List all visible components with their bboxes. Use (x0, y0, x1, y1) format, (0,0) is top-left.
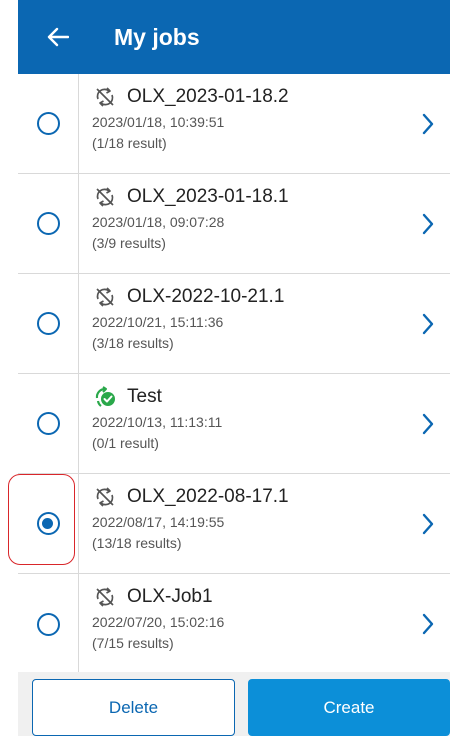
sync-disabled-icon (94, 86, 116, 108)
job-row[interactable]: OLX_2023-01-18.2 2023/01/18, 10:39:51 (1… (18, 74, 450, 174)
job-name: OLX_2022-08-17.1 (127, 486, 289, 507)
sync-disabled-icon (94, 186, 116, 208)
job-date: 2022/08/17, 14:19:55 (92, 514, 225, 530)
job-radio[interactable] (36, 612, 60, 636)
job-radio[interactable] (36, 112, 60, 135)
job-radio[interactable] (36, 412, 60, 435)
job-radio-selected[interactable] (36, 512, 60, 535)
job-content: Test 2022/10/13, 11:13:11 (0/1 result) (92, 384, 400, 451)
delete-button[interactable]: Delete (32, 679, 235, 736)
app-header: My jobs (18, 0, 450, 74)
job-date: 2022/10/13, 11:13:11 (92, 414, 223, 430)
job-name: OLX_2023-01-18.2 (127, 86, 289, 107)
job-row[interactable]: OLX_2023-01-18.1 2023/01/18, 09:07:28 (3… (18, 174, 450, 274)
job-name: OLX-2022-10-21.1 (127, 286, 285, 307)
job-date: 2023/01/18, 09:07:28 (92, 214, 225, 230)
chevron-right-icon[interactable] (418, 510, 438, 538)
job-content: OLX_2022-08-17.1 2022/08/17, 14:19:55 (1… (92, 484, 400, 551)
job-date: 2022/07/20, 15:02:16 (92, 614, 225, 630)
sync-ok-icon (94, 386, 116, 408)
sync-disabled-icon (94, 586, 116, 608)
radio-cell (18, 374, 79, 473)
back-button[interactable] (30, 0, 86, 74)
chevron-right-icon[interactable] (418, 610, 438, 638)
radio-cell (18, 274, 79, 373)
job-name: OLX_2023-01-18.1 (127, 186, 289, 207)
app-root: My jobs OLX_2023-01-18.2 2023/01/18, 10:… (0, 0, 450, 736)
chevron-right-icon[interactable] (418, 110, 438, 138)
job-results: (3/18 results) (92, 335, 174, 351)
job-results: (3/9 results) (92, 235, 166, 251)
job-results: (0/1 result) (92, 435, 159, 451)
radio-cell (18, 174, 79, 273)
sync-disabled-icon (94, 286, 116, 308)
job-radio[interactable] (36, 312, 60, 335)
page-title: My jobs (114, 23, 200, 50)
job-content: OLX-Job1 2022/07/20, 15:02:16 (7/15 resu… (92, 584, 400, 651)
job-name: OLX-Job1 (127, 586, 213, 607)
job-date: 2023/01/18, 10:39:51 (92, 114, 225, 130)
job-content: OLX_2023-01-18.2 2023/01/18, 10:39:51 (1… (92, 84, 400, 151)
arrow-left-icon (47, 27, 69, 47)
chevron-right-icon[interactable] (418, 210, 438, 238)
radio-cell (18, 474, 79, 573)
job-list: OLX_2023-01-18.2 2023/01/18, 10:39:51 (1… (18, 74, 450, 674)
job-name: Test (127, 386, 162, 407)
job-date: 2022/10/21, 15:11:36 (92, 314, 224, 330)
job-content: OLX-2022-10-21.1 2022/10/21, 15:11:36 (3… (92, 284, 400, 351)
job-results: (7/15 results) (92, 635, 174, 651)
job-row[interactable]: Test 2022/10/13, 11:13:11 (0/1 result) (18, 374, 450, 474)
job-row[interactable]: OLX-Job1 2022/07/20, 15:02:16 (7/15 resu… (18, 574, 450, 674)
radio-cell (18, 574, 79, 674)
footer-bar: Delete Create (18, 672, 450, 736)
job-radio[interactable] (36, 212, 60, 235)
chevron-right-icon[interactable] (418, 310, 438, 338)
chevron-right-icon[interactable] (418, 410, 438, 438)
create-button[interactable]: Create (248, 679, 450, 736)
job-results: (13/18 results) (92, 535, 182, 551)
job-row[interactable]: OLX_2022-08-17.1 2022/08/17, 14:19:55 (1… (18, 474, 450, 574)
job-results: (1/18 result) (92, 135, 167, 151)
radio-cell (18, 74, 79, 173)
job-content: OLX_2023-01-18.1 2023/01/18, 09:07:28 (3… (92, 184, 400, 251)
job-row[interactable]: OLX-2022-10-21.1 2022/10/21, 15:11:36 (3… (18, 274, 450, 374)
sync-disabled-icon (94, 486, 116, 508)
